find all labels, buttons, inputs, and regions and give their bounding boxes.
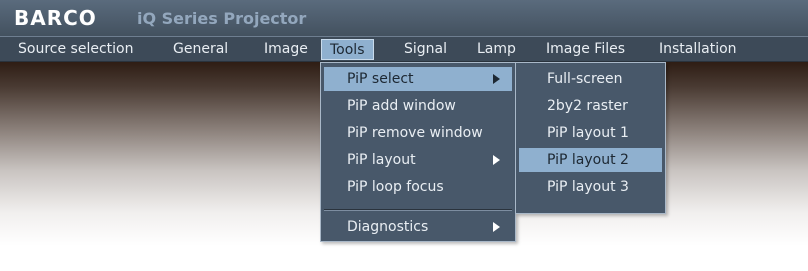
submenu-arrow-icon	[493, 222, 500, 232]
menu-item-label: PiP remove window	[347, 125, 483, 141]
menu-general[interactable]: General	[165, 39, 236, 60]
menu-item-label: PiP layout	[347, 152, 416, 168]
menu-tools[interactable]: Tools	[321, 39, 374, 60]
menu-image[interactable]: Image	[256, 39, 316, 60]
menu-item-pip-layout-2[interactable]: PiP layout 2	[519, 148, 662, 172]
menu-item-label: PiP select	[347, 71, 414, 87]
title-bar: BARCO iQ Series Projector	[0, 0, 808, 36]
menu-item-2by2-raster[interactable]: 2by2 raster	[519, 94, 662, 118]
menu-item-pip-select[interactable]: PiP select	[324, 67, 512, 91]
menu-separator	[324, 209, 512, 211]
menu-item-label: PiP loop focus	[347, 179, 444, 195]
menu-item-pip-add-window[interactable]: PiP add window	[324, 94, 512, 118]
menu-item-pip-remove-window[interactable]: PiP remove window	[324, 121, 512, 145]
submenu-arrow-icon	[493, 74, 500, 84]
menu-item-diagnostics[interactable]: Diagnostics	[324, 215, 512, 239]
menu-item-full-screen[interactable]: Full-screen	[519, 67, 662, 91]
menu-installation[interactable]: Installation	[651, 39, 745, 60]
menu-item-pip-layout[interactable]: PiP layout	[324, 148, 512, 172]
tools-dropdown: PiP select PiP add window PiP remove win…	[320, 62, 516, 242]
submenu-arrow-icon	[493, 155, 500, 165]
menu-item-label: PiP add window	[347, 98, 456, 114]
menu-signal[interactable]: Signal	[396, 39, 455, 60]
barco-logo: BARCO	[14, 6, 97, 30]
menu-lamp[interactable]: Lamp	[469, 39, 524, 60]
menu-item-pip-layout-3[interactable]: PiP layout 3	[519, 175, 662, 199]
menu-item-pip-loop-focus[interactable]: PiP loop focus	[324, 175, 512, 199]
pip-select-submenu: Full-screen 2by2 raster PiP layout 1 PiP…	[515, 62, 666, 214]
app-title: iQ Series Projector	[137, 9, 307, 28]
menu-image-files[interactable]: Image Files	[538, 39, 633, 60]
menu-item-label: Diagnostics	[347, 219, 429, 235]
menu-bar: Source selection General Image Tools Sig…	[0, 36, 808, 62]
menu-source-selection[interactable]: Source selection	[10, 39, 141, 60]
menu-item-pip-layout-1[interactable]: PiP layout 1	[519, 121, 662, 145]
